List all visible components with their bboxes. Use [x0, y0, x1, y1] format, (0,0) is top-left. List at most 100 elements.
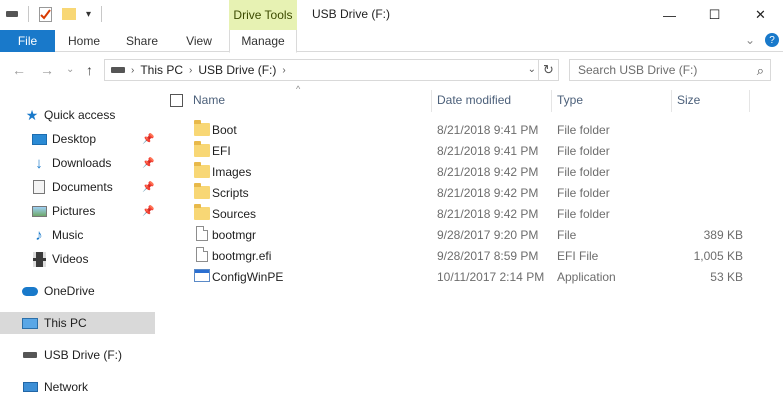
pin-icon[interactable]: 📌 — [142, 134, 154, 145]
tab-share[interactable]: Share — [120, 30, 164, 52]
folder-icon — [194, 183, 210, 200]
monitor-icon — [22, 315, 38, 331]
file-name: bootmgr — [212, 228, 257, 242]
application-icon — [194, 268, 210, 284]
quick-access-toolbar: ▾ — [6, 6, 103, 22]
nav-item-this-pc[interactable]: This PC — [0, 312, 155, 334]
address-bar[interactable]: › This PC › USB Drive (F:) › ⌄ ↻ — [104, 59, 559, 81]
recent-locations-icon[interactable]: ⌄ — [66, 64, 74, 75]
nav-item-documents[interactable]: Documents 📌 — [0, 176, 155, 198]
file-name: EFI — [212, 144, 231, 158]
toolbar-divider — [28, 6, 29, 22]
nav-item-label: Videos — [52, 252, 89, 266]
file-date: 9/28/2017 8:59 PM — [437, 249, 539, 263]
new-folder-icon[interactable] — [62, 8, 76, 20]
file-row[interactable]: EFI 8/21/2018 9:41 PM File folder — [160, 140, 760, 161]
file-type: File folder — [557, 186, 610, 200]
file-icon — [194, 226, 210, 242]
select-all-checkbox[interactable] — [170, 94, 183, 107]
file-name: ConfigWinPE — [212, 270, 284, 284]
minimize-button[interactable]: — — [647, 0, 692, 30]
file-date: 8/21/2018 9:42 PM — [437, 165, 539, 179]
tab-home[interactable]: Home — [62, 30, 106, 52]
refresh-icon[interactable]: ↻ — [538, 60, 558, 80]
chevron-right-icon[interactable]: › — [282, 65, 285, 76]
file-row[interactable]: Images 8/21/2018 9:42 PM File folder — [160, 161, 760, 182]
file-name: Sources — [212, 207, 257, 221]
file-row[interactable]: Boot 8/21/2018 9:41 PM File folder — [160, 119, 760, 140]
tab-manage[interactable]: Manage — [229, 30, 297, 53]
properties-check-icon[interactable] — [39, 6, 52, 22]
column-divider[interactable] — [431, 90, 432, 112]
pictures-icon — [31, 203, 47, 219]
navigation-pane: ★ Quick access Desktop 📌 ↓ Downloads 📌 D… — [0, 96, 158, 406]
sort-caret-icon: ^ — [296, 84, 301, 94]
drive-tools-context-tab: Drive Tools — [229, 0, 297, 30]
star-icon: ★ — [25, 106, 39, 123]
tab-file[interactable]: File — [0, 30, 55, 52]
pin-icon[interactable]: 📌 — [142, 182, 154, 193]
nav-item-label: This PC — [44, 316, 87, 330]
close-button[interactable]: ✕ — [738, 0, 783, 30]
chevron-right-icon[interactable]: › — [131, 65, 134, 76]
nav-item-label: Network — [44, 380, 89, 394]
nav-item-label: OneDrive — [44, 284, 95, 298]
file-row[interactable]: Sources 8/21/2018 9:42 PM File folder — [160, 203, 760, 224]
nav-item-desktop[interactable]: Desktop 📌 — [0, 128, 155, 150]
nav-item-downloads[interactable]: ↓ Downloads 📌 — [0, 152, 155, 174]
column-divider[interactable] — [749, 90, 750, 112]
file-row[interactable]: bootmgr.efi 9/28/2017 8:59 PM EFI File 1… — [160, 245, 760, 266]
file-date: 8/21/2018 9:41 PM — [437, 144, 539, 158]
back-arrow-icon[interactable]: ← — [12, 62, 26, 78]
nav-item-label: Pictures — [52, 204, 96, 218]
column-header-name[interactable]: Name — [193, 88, 225, 112]
maximize-button[interactable]: ☐ — [692, 0, 737, 30]
column-header-type[interactable]: Type — [557, 88, 583, 112]
expand-ribbon-icon[interactable]: ⌄ — [745, 33, 755, 47]
search-input[interactable]: Search USB Drive (F:) ⌕ — [569, 59, 771, 81]
nav-item-onedrive[interactable]: OneDrive — [0, 280, 155, 302]
file-row[interactable]: ConfigWinPE 10/11/2017 2:14 PM Applicati… — [160, 266, 760, 287]
file-name: Scripts — [212, 186, 249, 200]
search-icon[interactable]: ⌕ — [757, 63, 764, 79]
file-type: File — [557, 228, 577, 242]
file-row[interactable]: Scripts 8/21/2018 9:42 PM File folder — [160, 182, 760, 203]
address-dropdown-icon[interactable]: ⌄ — [528, 64, 536, 75]
column-divider[interactable] — [671, 90, 672, 112]
forward-arrow-icon[interactable]: → — [40, 62, 54, 78]
breadcrumb-this-pc[interactable]: This PC — [140, 63, 183, 77]
column-header-size[interactable]: Size — [677, 88, 700, 112]
help-icon[interactable]: ? — [765, 33, 779, 47]
column-header-date[interactable]: Date modified — [437, 88, 511, 112]
network-icon — [22, 379, 38, 395]
nav-item-videos[interactable]: Videos — [0, 248, 155, 270]
nav-item-usb-drive[interactable]: USB Drive (F:) — [0, 344, 155, 366]
file-row[interactable]: bootmgr 9/28/2017 9:20 PM File 389 KB — [160, 224, 760, 245]
file-date: 8/21/2018 9:42 PM — [437, 207, 539, 221]
file-size: 53 KB — [710, 270, 743, 284]
nav-item-pictures[interactable]: Pictures 📌 — [0, 200, 155, 222]
drive-icon[interactable] — [6, 11, 18, 17]
window-title: USB Drive (F:) — [312, 7, 390, 21]
nav-item-label: Documents — [52, 180, 113, 194]
customize-toolbar-icon[interactable]: ▾ — [86, 9, 91, 20]
file-date: 8/21/2018 9:41 PM — [437, 123, 539, 137]
nav-item-music[interactable]: ♪ Music — [0, 224, 155, 246]
folder-icon — [194, 162, 210, 179]
ribbon-tabs: File Home Share View Manage ⌄ ? — [0, 30, 783, 53]
chevron-right-icon[interactable]: › — [189, 65, 192, 76]
nav-item-network[interactable]: Network — [0, 376, 155, 398]
nav-item-quick-access[interactable]: ★ Quick access — [0, 104, 155, 126]
search-placeholder: Search USB Drive (F:) — [578, 63, 698, 77]
pin-icon[interactable]: 📌 — [142, 158, 154, 169]
pin-icon[interactable]: 📌 — [142, 206, 154, 217]
cloud-icon — [22, 283, 38, 299]
toolbar-divider — [101, 6, 103, 22]
up-arrow-icon[interactable]: ↑ — [86, 62, 93, 78]
tab-view[interactable]: View — [178, 30, 220, 52]
file-icon — [194, 247, 210, 263]
breadcrumb-usb-drive[interactable]: USB Drive (F:) — [198, 63, 276, 77]
file-name: bootmgr.efi — [212, 249, 272, 263]
nav-item-label: Music — [52, 228, 84, 242]
column-divider[interactable] — [551, 90, 552, 112]
